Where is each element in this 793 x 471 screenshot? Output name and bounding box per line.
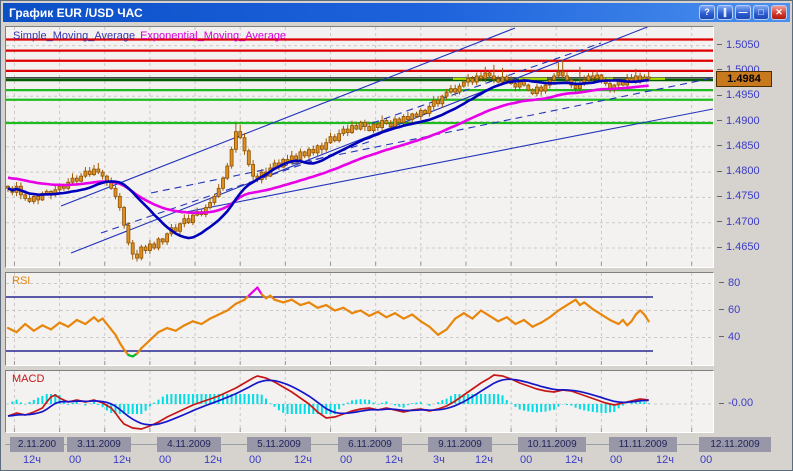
date-label: 5.11.2009 [247,437,311,452]
time-label: 12ч [475,454,493,466]
time-label: 12ч [113,454,131,466]
date-label: 6.11.2009 [338,437,402,452]
time-label: 12ч [294,454,312,466]
window-controls: ?∥—□✕ [699,5,787,20]
time-label: 12ч [385,454,403,466]
price-tick-label: 1.4850 [717,140,760,152]
time-label: 00 [69,454,81,466]
chart-window: График EUR /USD ЧАС ?∥—□✕ Simple_Moving_… [0,0,793,471]
window-titlebar[interactable]: График EUR /USD ЧАС ?∥—□✕ [3,3,790,22]
time-label: 00 [249,454,261,466]
date-label: 9.11.2009 [428,437,492,452]
rsi-tick-label: 40 [719,331,740,343]
help-button[interactable]: ? [699,5,715,20]
date-label: 10.11.2009 [518,437,586,452]
rsi-tick-label: 60 [719,304,740,316]
close-button[interactable]: ✕ [771,5,787,20]
time-label: 00 [610,454,622,466]
time-label: 12ч [656,454,674,466]
time-label: 00 [700,454,712,466]
price-tick-label: 1.4800 [717,165,760,177]
time-axis: 2.11.2003.11.2009 4.11.2009 5.11.2009 6.11.… [5,433,714,470]
price-tick-label: 1.4750 [717,190,760,202]
date-label: 12.11.2009 [699,437,771,452]
minimize-button[interactable]: — [735,5,751,20]
date-label: 3.11.2009 [67,437,131,452]
price-tick-label: 1.4950 [717,89,760,101]
pause-button[interactable]: ∥ [717,5,733,20]
price-tick-label: 1.4700 [717,216,760,228]
price-tick-label: 1.4650 [717,241,760,253]
maximize-button[interactable]: □ [753,5,769,20]
price-tick-label: 1.5050 [717,39,760,51]
current-price-badge: 1.4984 [716,71,772,87]
time-label: 3ч [433,454,445,466]
rsi-tick-label: 80 [719,277,740,289]
time-label: 00 [520,454,532,466]
date-label: 2.11.200 [10,437,64,452]
time-label: 12ч [204,454,222,466]
window-title: График EUR /USD ЧАС [9,6,143,20]
date-label: 11.11.2009 [609,437,677,452]
price-chart-panel[interactable] [5,26,714,268]
macd-tick-label: -0.00 [719,397,753,409]
macd-panel[interactable] [5,370,714,433]
rsi-panel[interactable] [5,272,714,366]
time-label: 00 [340,454,352,466]
macd-canvas[interactable] [6,371,713,432]
price-chart-canvas[interactable] [6,27,713,267]
time-label: 12ч [565,454,583,466]
time-label: 12ч [23,454,41,466]
date-label: 4.11.2009 [157,437,221,452]
rsi-canvas[interactable] [6,273,713,365]
time-label: 00 [159,454,171,466]
price-tick-label: 1.4900 [717,115,760,127]
